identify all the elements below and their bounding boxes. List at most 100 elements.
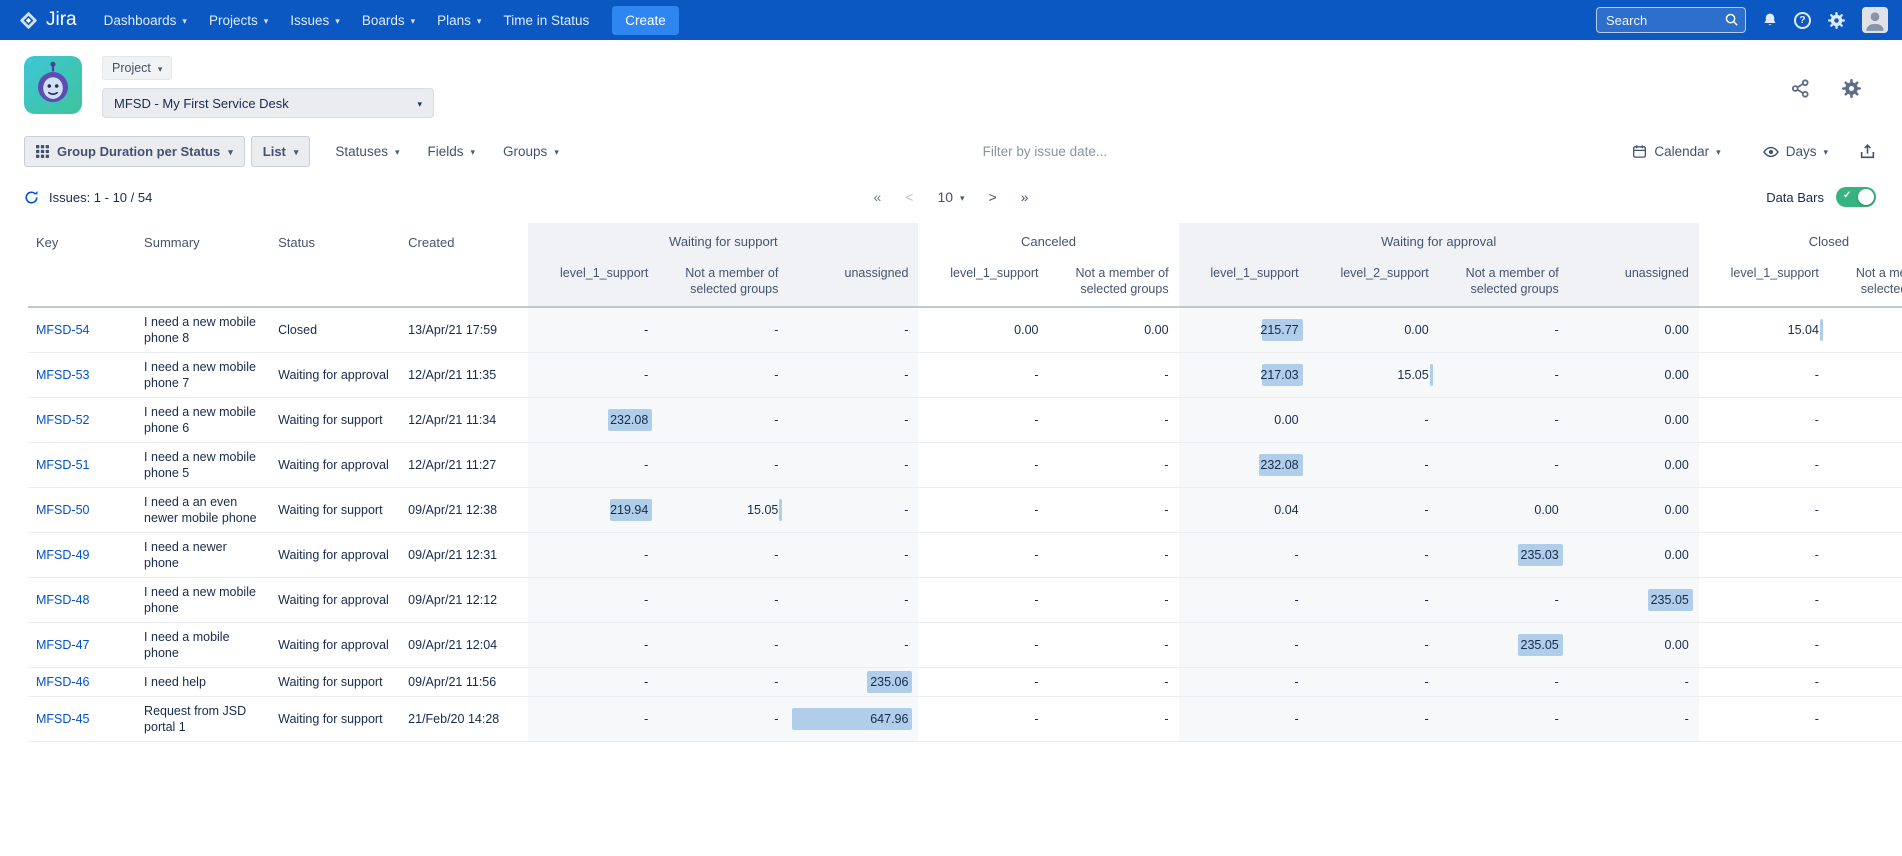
duration-value: - (774, 458, 778, 472)
first-page-button[interactable]: « (873, 189, 881, 205)
help-icon[interactable]: ? (1794, 12, 1811, 29)
nav-item-dashboards[interactable]: Dashboards▾ (93, 0, 198, 40)
view-mode-button[interactable]: List ▾ (251, 136, 311, 167)
last-page-button[interactable]: » (1021, 189, 1029, 205)
duration-cell: - (528, 623, 658, 668)
fields-dropdown[interactable]: Fields▾ (416, 137, 486, 166)
project-avatar[interactable] (24, 56, 82, 114)
nav-item-issues[interactable]: Issues▾ (279, 0, 351, 40)
export-icon[interactable] (1859, 143, 1876, 160)
created-cell: 13/Apr/21 17:59 (400, 307, 528, 353)
group-column-header[interactable]: level_1_support (528, 259, 658, 307)
issue-key-link[interactable]: MFSD-49 (36, 548, 89, 562)
group-column-header[interactable]: Not a member of selected groups (1829, 259, 1902, 307)
issue-key-link[interactable]: MFSD-52 (36, 413, 89, 427)
statuses-dropdown[interactable]: Statuses▾ (324, 137, 410, 166)
refresh-icon[interactable] (24, 190, 39, 205)
column-header-summary[interactable]: Summary (136, 223, 270, 307)
duration-value: - (644, 675, 648, 689)
group-column-header[interactable]: unassigned (788, 259, 918, 307)
nav-item-projects[interactable]: Projects▾ (198, 0, 279, 40)
table-row: MFSD-53I need a new mobile phone 7Waitin… (28, 353, 1902, 398)
data-bars-toggle[interactable]: ✓ (1836, 187, 1876, 207)
duration-value: - (644, 593, 648, 607)
issue-key-link[interactable]: MFSD-46 (36, 675, 89, 689)
group-column-header[interactable]: level_1_support (1699, 259, 1829, 307)
group-column-header[interactable]: Not a member of selected groups (1049, 259, 1179, 307)
created-cell: 09/Apr/21 11:56 (400, 668, 528, 697)
nav-item-label: Issues (290, 13, 329, 28)
duration-cell (1829, 697, 1902, 742)
issue-key-link[interactable]: MFSD-45 (36, 712, 89, 726)
jira-logo[interactable]: Jira (18, 9, 77, 31)
time-unit-label: Days (1786, 144, 1817, 159)
page-settings-gear-icon[interactable] (1841, 78, 1862, 99)
report-type-button[interactable]: Group Duration per Status ▾ (24, 136, 245, 167)
duration-value: 0.00 (1404, 323, 1428, 337)
nav-menu: Dashboards▾Projects▾Issues▾Boards▾Plans▾… (93, 0, 601, 40)
column-header-created[interactable]: Created (400, 223, 528, 307)
duration-cell: - (1309, 488, 1439, 533)
duration-cell: - (1439, 697, 1569, 742)
created-cell: 09/Apr/21 12:31 (400, 533, 528, 578)
duration-value: - (1425, 458, 1429, 472)
duration-value: - (1425, 712, 1429, 726)
created-cell: 09/Apr/21 12:04 (400, 623, 528, 668)
issue-key-link[interactable]: MFSD-47 (36, 638, 89, 652)
duration-value: - (1425, 413, 1429, 427)
key-cell: MFSD-46 (28, 668, 136, 697)
user-avatar[interactable] (1862, 7, 1888, 33)
calendar-dropdown[interactable]: Calendar ▾ (1621, 137, 1731, 166)
share-icon[interactable] (1790, 78, 1811, 99)
group-column-header[interactable]: level_1_support (918, 259, 1048, 307)
create-button[interactable]: Create (612, 6, 679, 35)
created-cell: 12/Apr/21 11:35 (400, 353, 528, 398)
duration-value: 0.00 (1665, 368, 1689, 382)
table-row: MFSD-45Request from JSD portal 1Waiting … (28, 697, 1902, 742)
duration-cell (1829, 668, 1902, 697)
project-select[interactable]: MFSD - My First Service Desk ▾ (102, 88, 434, 118)
duration-cell: - (788, 307, 918, 353)
issues-count-label: Issues: 1 - 10 / 54 (49, 190, 152, 205)
settings-gear-icon[interactable] (1827, 11, 1846, 30)
duration-cell: - (918, 533, 1048, 578)
group-column-header[interactable]: Not a member of selected groups (1439, 259, 1569, 307)
issue-key-link[interactable]: MFSD-51 (36, 458, 89, 472)
status-cell: Waiting for approval (270, 353, 400, 398)
issue-key-link[interactable]: MFSD-48 (36, 593, 89, 607)
nav-item-boards[interactable]: Boards▾ (351, 0, 426, 40)
duration-value: 15.05 (1397, 368, 1428, 382)
chevron-down-icon: ▾ (1716, 148, 1721, 157)
duration-cell: - (1049, 353, 1179, 398)
status-cell: Waiting for support (270, 488, 400, 533)
group-column-header[interactable]: level_1_support (1179, 259, 1309, 307)
duration-cell: - (918, 488, 1048, 533)
groups-dropdown[interactable]: Groups▾ (492, 137, 570, 166)
duration-cell: 0.00 (1179, 398, 1309, 443)
previous-page-button[interactable]: < (905, 189, 913, 205)
issue-key-link[interactable]: MFSD-50 (36, 503, 89, 517)
duration-value: - (1815, 675, 1819, 689)
data-bar (779, 499, 782, 521)
duration-cell: - (918, 353, 1048, 398)
summary-cell: Request from JSD portal 1 (136, 697, 270, 742)
column-header-key[interactable]: Key (28, 223, 136, 307)
duration-cell: - (1699, 623, 1829, 668)
nav-item-time-in-status[interactable]: Time in Status (492, 0, 600, 40)
time-unit-dropdown[interactable]: Days ▾ (1752, 137, 1839, 167)
project-scope-button[interactable]: Project ▾ (102, 56, 172, 80)
column-header-status[interactable]: Status (270, 223, 400, 307)
group-column-header[interactable]: unassigned (1569, 259, 1699, 307)
issue-key-link[interactable]: MFSD-53 (36, 368, 89, 382)
report-type-label: Group Duration per Status (57, 144, 220, 159)
duration-value: - (1034, 638, 1038, 652)
group-column-header[interactable]: Not a member of selected groups (658, 259, 788, 307)
duration-cell (1829, 623, 1902, 668)
issue-key-link[interactable]: MFSD-54 (36, 323, 89, 337)
group-column-header[interactable]: level_2_support (1309, 259, 1439, 307)
nav-item-plans[interactable]: Plans▾ (426, 0, 492, 40)
notifications-bell-icon[interactable] (1762, 12, 1778, 28)
issue-date-filter-input[interactable] (981, 143, 1211, 160)
page-size-dropdown[interactable]: 10 ▾ (937, 189, 964, 205)
next-page-button[interactable]: > (989, 189, 997, 205)
